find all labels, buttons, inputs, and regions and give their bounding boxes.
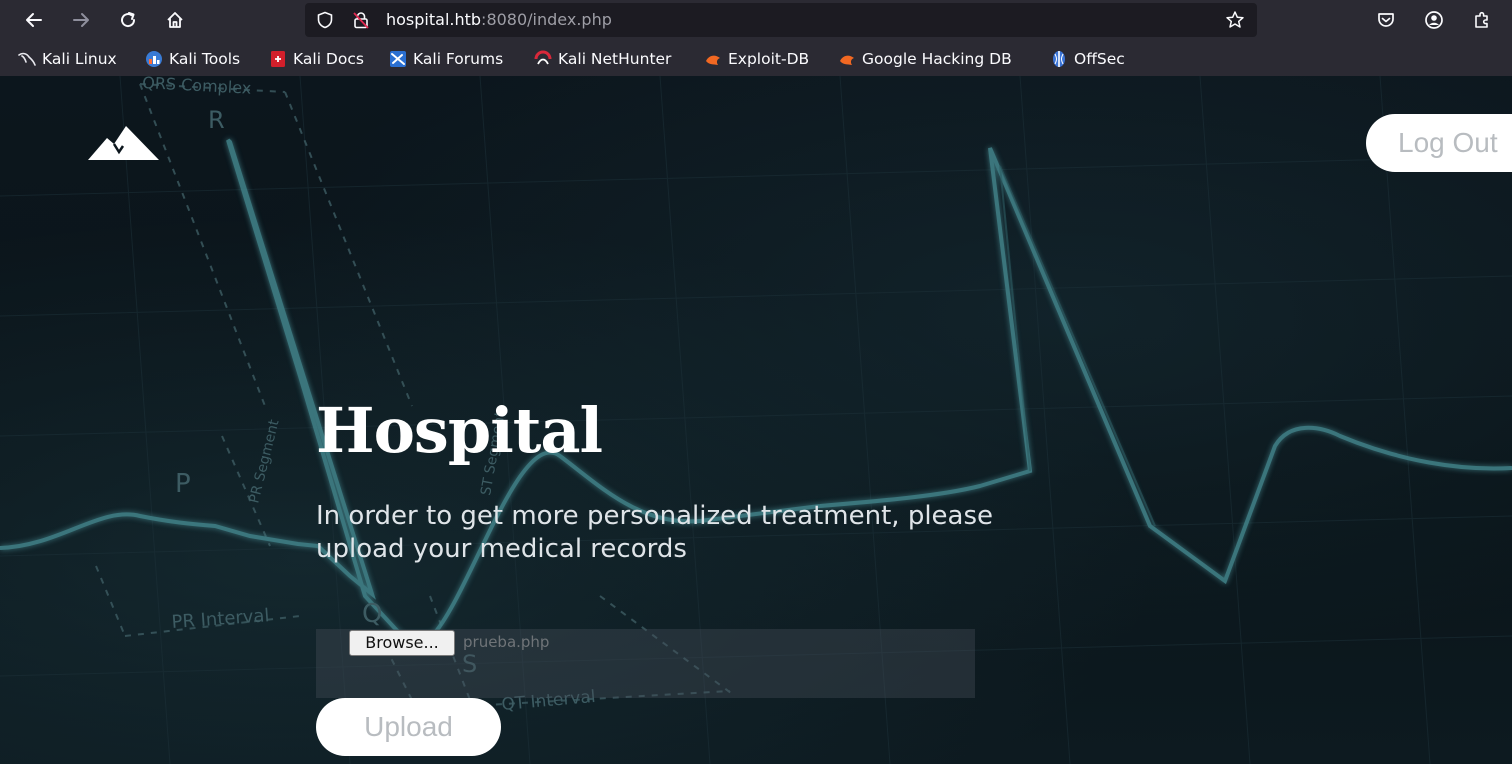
url-host: hospital.htb bbox=[386, 10, 482, 29]
bookmark-label: Kali Tools bbox=[169, 50, 241, 68]
bookmark-label: Kali Linux bbox=[42, 50, 117, 68]
extensions-button[interactable] bbox=[1468, 6, 1496, 34]
bookmark-kali-tools[interactable]: Kali Tools bbox=[145, 48, 240, 70]
back-button[interactable] bbox=[20, 6, 48, 34]
kali-tools-icon bbox=[146, 51, 162, 67]
ecg-r-label: R bbox=[208, 106, 225, 134]
reload-button[interactable] bbox=[114, 6, 142, 34]
bookmark-offsec[interactable]: OffSec bbox=[1050, 48, 1125, 70]
bookmark-label: Exploit-DB bbox=[728, 50, 810, 68]
account-icon bbox=[1425, 11, 1443, 29]
page-title: Hospital bbox=[316, 394, 603, 467]
pr-segment-label: PR Segment bbox=[246, 418, 282, 505]
bookmark-label: Kali NetHunter bbox=[558, 50, 672, 68]
offsec-icon bbox=[1053, 51, 1065, 67]
hospital-page: QRS Complex R P PR Segment ST Segment PR… bbox=[0, 76, 1512, 764]
qrs-complex-label: QRS Complex bbox=[142, 76, 252, 98]
bookmark-label: Kali Forums bbox=[413, 50, 504, 68]
upload-instructions: In order to get more personalized treatm… bbox=[316, 501, 994, 564]
address-bar[interactable]: hospital.htb:8080/index.php bbox=[305, 3, 1257, 37]
bookmark-kali-nethunter[interactable]: Kali NetHunter bbox=[534, 48, 671, 70]
kali-docs-icon bbox=[271, 51, 285, 67]
pocket-button[interactable] bbox=[1372, 6, 1400, 34]
kali-forums-icon bbox=[390, 51, 406, 67]
logout-button[interactable]: Log Out bbox=[1366, 114, 1512, 172]
insecure-lock-icon[interactable] bbox=[351, 10, 371, 30]
upload-button[interactable]: Upload bbox=[316, 698, 501, 756]
back-arrow-icon bbox=[26, 13, 42, 27]
ecg-q-label: Q bbox=[362, 599, 382, 629]
home-icon bbox=[167, 12, 183, 28]
browse-button[interactable]: Browse... bbox=[349, 630, 455, 656]
bookmark-label: Kali Docs bbox=[293, 50, 364, 68]
bookmark-label: Google Hacking DB bbox=[862, 50, 1012, 68]
home-button[interactable] bbox=[161, 6, 189, 34]
bookmark-kali-forums[interactable]: Kali Forums bbox=[389, 48, 503, 70]
bookmark-google-hacking-db[interactable]: Google Hacking DB bbox=[838, 48, 1012, 70]
navigation-toolbar: hospital.htb:8080/index.php bbox=[0, 0, 1512, 40]
bookmark-kali-docs[interactable]: Kali Docs bbox=[269, 48, 364, 70]
pr-interval-label: PR Interval bbox=[171, 605, 270, 633]
url-path: :8080/index.php bbox=[481, 10, 612, 29]
pocket-icon bbox=[1378, 13, 1394, 27]
reload-icon bbox=[121, 12, 136, 28]
kali-nethunter-icon bbox=[534, 50, 552, 65]
forward-arrow-icon bbox=[73, 13, 89, 27]
file-upload-field[interactable]: Browse... prueba.php bbox=[316, 629, 975, 698]
browser-chrome: hospital.htb:8080/index.php Kali Linux K… bbox=[0, 0, 1512, 76]
ecg-p-label: P bbox=[175, 469, 191, 499]
bookmark-star-icon[interactable] bbox=[1225, 10, 1245, 30]
account-button[interactable] bbox=[1420, 6, 1448, 34]
exploit-db-icon bbox=[706, 55, 720, 65]
bookmarks-toolbar: Kali Linux Kali Tools Kali Docs Kali For… bbox=[0, 44, 1512, 74]
exploit-db-icon bbox=[840, 55, 854, 65]
bookmark-label: OffSec bbox=[1074, 50, 1125, 68]
selected-file-name: prueba.php bbox=[463, 633, 550, 651]
forward-button[interactable] bbox=[67, 6, 95, 34]
tracking-shield-icon[interactable] bbox=[315, 10, 335, 30]
bookmark-exploit-db[interactable]: Exploit-DB bbox=[704, 48, 809, 70]
bookmark-kali-linux[interactable]: Kali Linux bbox=[18, 48, 117, 70]
kali-dragon-icon bbox=[18, 52, 36, 66]
mountain-logo-icon[interactable] bbox=[86, 124, 160, 162]
puzzle-icon bbox=[1475, 11, 1488, 28]
url-text[interactable]: hospital.htb:8080/index.php bbox=[386, 10, 612, 29]
